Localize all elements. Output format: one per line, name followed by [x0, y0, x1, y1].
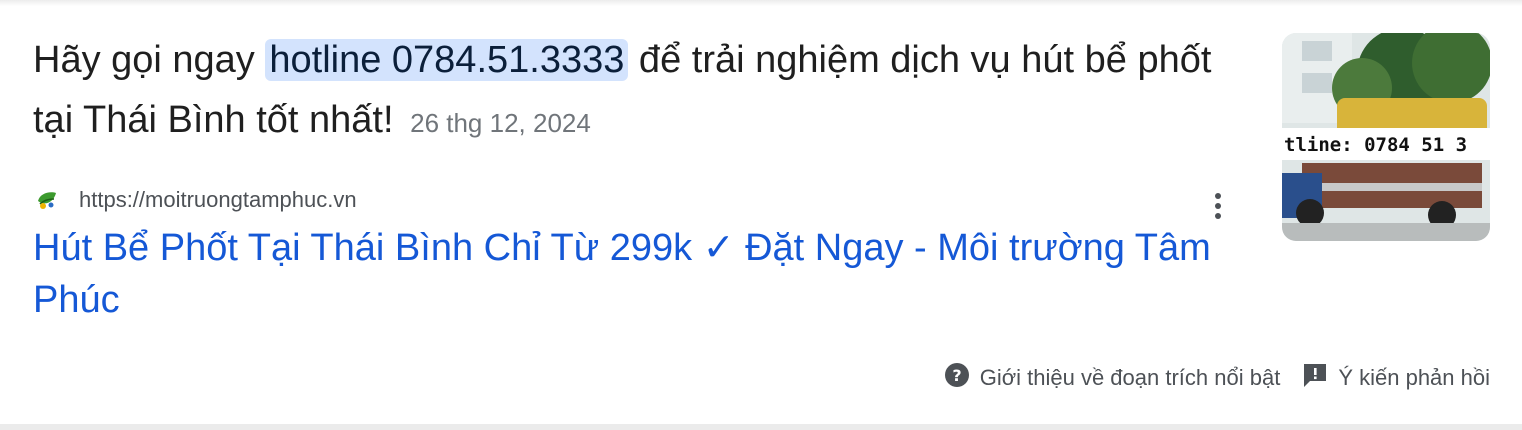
- about-label: Giới thiệu về đoạn trích nổi bật: [979, 365, 1281, 390]
- thumbnail-banner-text: tline: 0784 51 3: [1284, 134, 1467, 156]
- snippet-date: 26 thg 12, 2024: [410, 108, 591, 138]
- result-title-link[interactable]: Hút Bể Phốt Tại Thái Bình Chỉ Từ 299k ✓ …: [33, 222, 1233, 326]
- leaf-logo-icon: [33, 186, 61, 214]
- snippet-text-before: Hãy gọi ngay: [33, 39, 266, 81]
- snippet-footer: ? Giới thiệu về đoạn trích nổi bật Ý kiế…: [944, 360, 1490, 396]
- feedback-label: Ý kiến phản hồi: [1338, 365, 1490, 390]
- svg-text:?: ?: [952, 366, 961, 385]
- vertical-dots-icon: [1215, 193, 1221, 219]
- source-url[interactable]: https://moitruongtamphuc.vn: [79, 187, 357, 213]
- feedback-link[interactable]: Ý kiến phản hồi: [1302, 362, 1490, 394]
- top-divider: [0, 0, 1522, 6]
- about-featured-snippet-link[interactable]: ? Giới thiệu về đoạn trích nổi bật: [944, 362, 1281, 394]
- result-thumbnail[interactable]: tline: 0784 51 3: [1282, 33, 1490, 241]
- help-circle-icon: ?: [944, 362, 970, 394]
- featured-snippet-text: Hãy gọi ngay hotline 0784.51.3333 để trả…: [33, 30, 1243, 153]
- snippet-highlight: hotline 0784.51.3333: [265, 39, 629, 81]
- bottom-divider: [0, 424, 1522, 430]
- more-options-button[interactable]: [1200, 186, 1236, 226]
- feedback-icon: [1302, 362, 1328, 394]
- source-row[interactable]: https://moitruongtamphuc.vn: [33, 182, 357, 218]
